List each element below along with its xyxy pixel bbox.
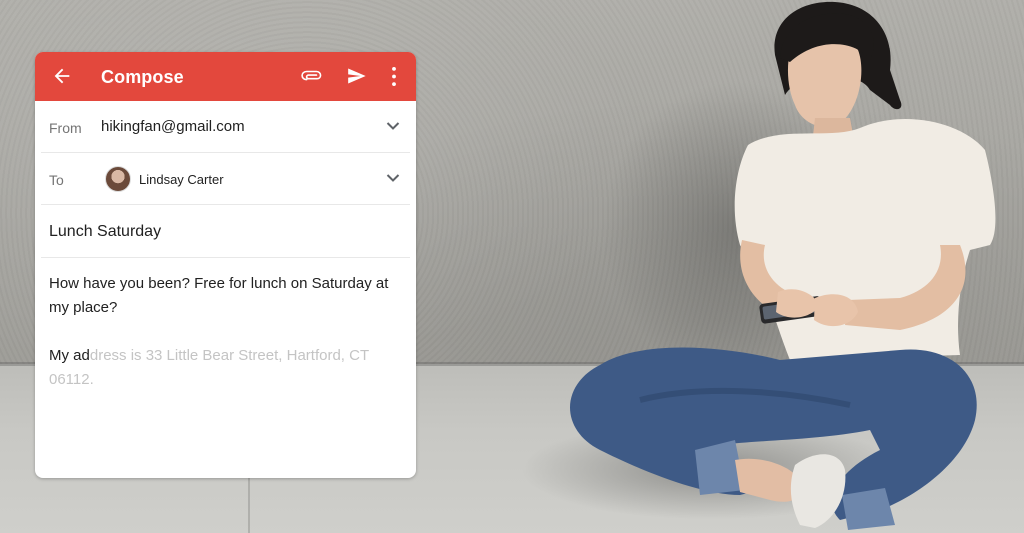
arrow-back-icon[interactable] <box>51 65 73 87</box>
to-row[interactable]: To Lindsay Carter <box>41 153 410 205</box>
avatar <box>105 166 131 192</box>
chevron-down-icon[interactable] <box>386 173 400 183</box>
send-icon[interactable] <box>346 66 367 86</box>
recipient-chip[interactable]: Lindsay Carter <box>105 166 224 192</box>
body-smart-compose-line: My address is 33 Little Bear Street, Har… <box>49 344 405 392</box>
smart-compose-suggestion[interactable]: dress is 33 Little Bear Street, Hartford… <box>49 347 369 388</box>
subject-text: Lunch Saturday <box>49 223 162 240</box>
attach-icon[interactable] <box>301 67 323 85</box>
chevron-down-icon[interactable] <box>386 121 400 131</box>
recipient-name: Lindsay Carter <box>139 171 224 187</box>
from-label: From <box>49 120 82 136</box>
typed-text: My ad <box>49 347 90 364</box>
from-row[interactable]: From hikingfan@gmail.com <box>41 101 410 153</box>
to-label: To <box>49 172 64 188</box>
compose-card: Compose From hikingfan@gmail.com To Lind… <box>35 52 416 478</box>
body-paragraph: How have you been? Free for lunch on Sat… <box>49 275 389 316</box>
compose-app-bar: Compose <box>35 52 416 101</box>
compose-title: Compose <box>101 67 184 87</box>
subject-field[interactable]: Lunch Saturday <box>41 205 410 258</box>
message-body[interactable]: How have you been? Free for lunch on Sat… <box>35 258 416 392</box>
more-vert-icon[interactable] <box>390 66 398 87</box>
from-account: hikingfan@gmail.com <box>101 118 245 135</box>
